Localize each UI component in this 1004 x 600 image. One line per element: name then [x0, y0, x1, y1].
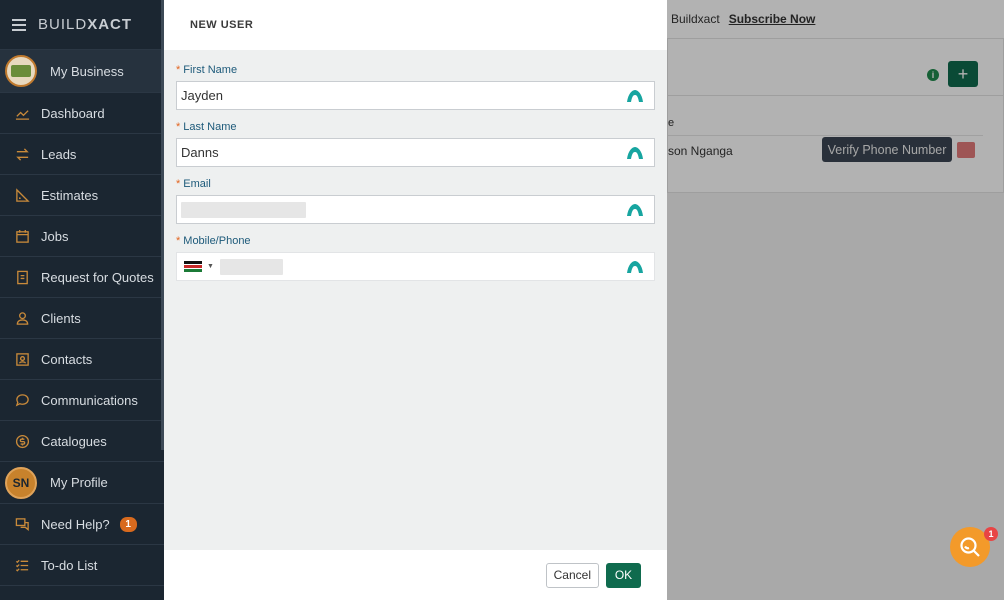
sidebar-item-label: Estimates: [41, 187, 99, 203]
phone-input[interactable]: ▼: [176, 252, 655, 281]
chat-bubble-icon: [15, 393, 30, 408]
modal-title: NEW USER: [164, 0, 667, 50]
autofill-icon[interactable]: [626, 203, 644, 217]
email-label: * Email: [176, 178, 211, 190]
person-icon: [15, 311, 30, 326]
logo-row: BUILDXACT: [0, 0, 164, 50]
kenya-flag-icon[interactable]: [184, 261, 202, 272]
sidebar-item-catalogues[interactable]: Catalogues: [0, 421, 164, 462]
ok-button[interactable]: OK: [606, 562, 641, 588]
modal-body: * First Name Jayden * Last Name Danns * Ema…: [164, 50, 667, 281]
calendar-icon: [15, 229, 30, 244]
redacted-email: [181, 201, 306, 218]
phone-label: * Mobile/Phone: [176, 235, 251, 247]
last-name-field: * Last Name Danns: [176, 121, 655, 167]
sidebar-item-label: Need Help?: [41, 516, 110, 532]
required-marker: *: [176, 121, 181, 133]
required-marker: *: [176, 235, 181, 247]
phone-value: [219, 258, 626, 275]
last-name-label: * Last Name: [176, 121, 237, 133]
autofill-icon[interactable]: [626, 260, 644, 274]
checklist-icon: [15, 558, 30, 573]
sidebar: BUILDXACT My Business Dashboard Leads Es…: [0, 0, 164, 600]
last-name-value: Danns: [181, 145, 219, 160]
required-marker: *: [176, 64, 181, 76]
sidebar-item-todo-list[interactable]: To-do List: [0, 545, 164, 586]
sidebar-item-label: Request for Quotes: [41, 269, 154, 285]
sidebar-item-need-help[interactable]: Need Help? 1: [0, 504, 164, 545]
ruler-triangle-icon: [15, 187, 30, 203]
new-user-modal: NEW USER * First Name Jayden * Last Name D…: [164, 0, 667, 600]
sidebar-item-label: Clients: [41, 310, 81, 326]
autofill-icon[interactable]: [626, 89, 644, 103]
avatar: SN: [5, 466, 37, 499]
contact-card-icon: [15, 352, 30, 367]
help-notification-badge: 1: [984, 527, 998, 541]
sidebar-item-label: To-do List: [41, 557, 98, 573]
chart-line-icon: [15, 106, 30, 121]
sidebar-item-label: Leads: [41, 146, 77, 162]
autofill-icon[interactable]: [626, 146, 644, 160]
hamburger-menu-icon[interactable]: [12, 18, 26, 31]
sidebar-item-my-profile[interactable]: SN My Profile: [0, 462, 164, 504]
sidebar-item-communications[interactable]: Communications: [0, 380, 164, 421]
modal-footer: Cancel OK: [164, 550, 667, 600]
redacted-phone: [219, 258, 283, 275]
required-marker: *: [176, 178, 181, 190]
first-name-field: * First Name Jayden: [176, 64, 655, 110]
sidebar-item-leads[interactable]: Leads: [0, 134, 164, 175]
business-logo-avatar: [5, 55, 37, 87]
country-dropdown-caret-icon[interactable]: ▼: [207, 263, 214, 270]
sidebar-item-my-business[interactable]: My Business: [0, 50, 164, 93]
first-name-value: Jayden: [181, 88, 223, 103]
first-name-label: * First Name: [176, 64, 238, 76]
sidebar-item-label: Jobs: [41, 228, 69, 244]
phone-field: * Mobile/Phone ▼: [176, 235, 655, 281]
email-input[interactable]: [176, 195, 655, 224]
dollar-circle-icon: [15, 434, 30, 449]
sidebar-item-dashboard[interactable]: Dashboard: [0, 93, 164, 134]
sidebar-item-label: My Business: [50, 63, 124, 79]
cancel-button[interactable]: Cancel: [545, 562, 599, 588]
sidebar-item-estimates[interactable]: Estimates: [0, 175, 164, 216]
email-value: [181, 201, 626, 218]
sidebar-item-label: My Profile: [50, 475, 108, 490]
sidebar-item-label: Dashboard: [41, 105, 105, 121]
email-field: * Email: [176, 178, 655, 224]
sidebar-item-contacts[interactable]: Contacts: [0, 339, 164, 380]
sidebar-item-label: Communications: [41, 392, 138, 408]
sidebar-item-label: Contacts: [41, 351, 93, 367]
sidebar-item-jobs[interactable]: Jobs: [0, 216, 164, 257]
last-name-input[interactable]: Danns: [176, 138, 655, 167]
help-chat-icon: [15, 517, 30, 532]
first-name-input[interactable]: Jayden: [176, 81, 655, 110]
arrows-icon: [15, 147, 30, 162]
search-icon: [960, 537, 980, 557]
sidebar-item-request-for-quotes[interactable]: Request for Quotes: [0, 257, 164, 298]
sidebar-item-clients[interactable]: Clients: [0, 298, 164, 339]
notification-badge: 1: [119, 516, 137, 532]
sidebar-item-label: Catalogues: [41, 433, 107, 449]
app-logo[interactable]: BUILDXACT: [38, 16, 132, 33]
quote-doc-icon: [15, 270, 30, 285]
